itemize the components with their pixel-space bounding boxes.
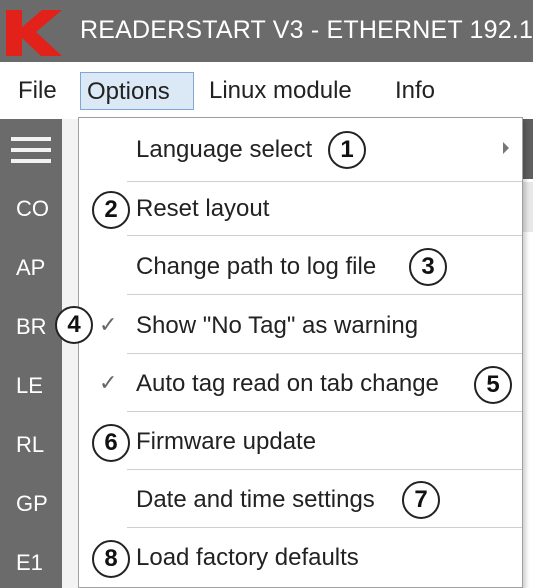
menu-item-label: Show "No Tag" as warning [136, 312, 419, 339]
callout-6: 6 [92, 424, 130, 462]
menu-item-reset-layout[interactable]: Reset layout [79, 181, 522, 239]
menu-file[interactable]: File [12, 72, 63, 110]
menu-item-load-factory-defaults[interactable]: Load factory defaults [79, 530, 522, 588]
menu-item-firmware-update[interactable]: Firmware update [79, 414, 522, 472]
menu-separator [127, 411, 522, 412]
title-bar: READERSTART V3 - ETHERNET 192.1 [0, 0, 533, 62]
menu-item-label: Reset layout [136, 195, 270, 222]
callout-2: 2 [92, 191, 130, 229]
menu-separator [127, 469, 522, 470]
sidebar-item-br[interactable]: BR [0, 312, 62, 342]
menu-item-label: Change path to log file [136, 253, 377, 280]
menu-separator [127, 527, 522, 528]
menu-item-label: Date and time settings [136, 486, 375, 513]
menu-item-label: Auto tag read on tab change [136, 370, 439, 397]
callout-7: 7 [402, 481, 440, 519]
menu-item-date-time-settings[interactable]: Date and time settings [79, 472, 522, 530]
menu-item-language-select[interactable]: Language select [79, 122, 522, 180]
menu-item-auto-tag-read[interactable]: ✓ Auto tag read on tab change [79, 356, 522, 414]
callout-8: 8 [92, 540, 130, 578]
checkmark-icon: ✓ [99, 312, 118, 337]
hamburger-menu-icon[interactable] [11, 137, 51, 163]
menu-bar: File Options Linux module Info [0, 62, 533, 120]
sidebar-item-rl[interactable]: RL [0, 430, 62, 460]
callout-3: 3 [409, 248, 447, 286]
menu-linux-module[interactable]: Linux module [203, 72, 358, 110]
callout-4: 4 [55, 306, 93, 344]
window-title: READERSTART V3 - ETHERNET 192.1 [80, 16, 533, 44]
sidebar-item-ap[interactable]: AP [0, 253, 62, 283]
menu-item-label: Language select [136, 136, 313, 163]
options-dropdown-menu: Language select Reset layout Change path… [78, 117, 523, 588]
sidebar-item-gp[interactable]: GP [0, 489, 62, 519]
sidebar-item-le[interactable]: LE [0, 371, 62, 401]
callout-5: 5 [474, 366, 512, 404]
menu-item-show-no-tag-warning[interactable]: ✓ Show "No Tag" as warning [79, 298, 522, 356]
menu-separator [127, 235, 522, 236]
checkmark-icon: ✓ [99, 370, 118, 395]
menu-options[interactable]: Options [80, 72, 194, 110]
menu-info[interactable]: Info [389, 72, 441, 110]
submenu-arrow-icon [503, 142, 509, 154]
menu-item-change-log-path[interactable]: Change path to log file [79, 239, 522, 297]
app-logo-icon [6, 10, 62, 56]
menu-separator [127, 353, 522, 354]
menu-item-label: Firmware update [136, 428, 317, 455]
sidebar: CO AP BR LE RL GP E1 [0, 119, 62, 588]
sidebar-item-co[interactable]: CO [0, 194, 62, 224]
sidebar-item-e1[interactable]: E1 [0, 548, 62, 578]
callout-1: 1 [328, 131, 366, 169]
menu-separator [127, 294, 522, 295]
menu-item-label: Load factory defaults [136, 544, 359, 571]
